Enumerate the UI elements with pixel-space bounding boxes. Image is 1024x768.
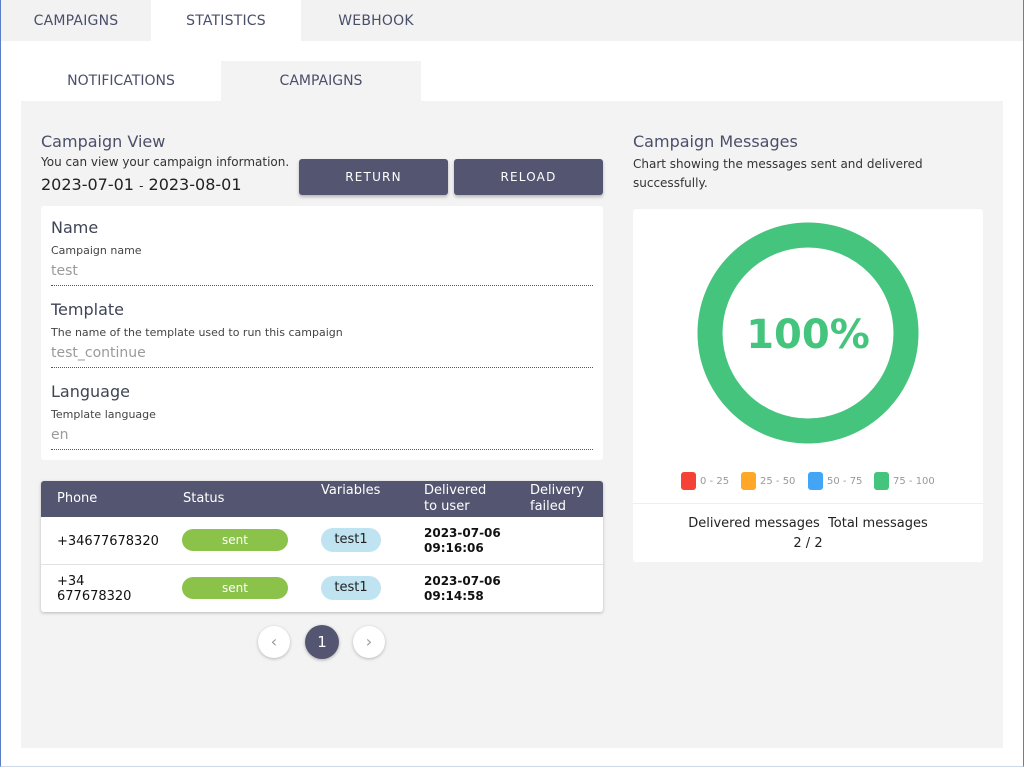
next-page-button[interactable]: › [353,626,385,658]
row-delivered: 2023-07-06 09:14:58 [424,574,501,604]
header-phone: Phone [57,491,98,506]
delivered-messages-label: Delivered messages [688,516,820,531]
legend-swatch [808,472,823,490]
header-failed-line1: Delivery [530,483,584,498]
row-phone: +34 677678320 [57,574,131,604]
row-delivered-time: 09:14:58 [424,589,484,603]
description-line1: Chart showing the messages sent and deli… [633,157,923,171]
return-button[interactable]: RETURN [299,159,448,195]
subtab-campaigns[interactable]: CAMPAIGNS [221,61,421,101]
row-phone: +34677678320 [57,534,159,549]
language-label: Language [51,382,130,401]
message-stat-labels: Delivered messages Total messages [633,516,983,531]
name-label: Name [51,218,99,237]
donut-percent-label: 100% [746,312,870,358]
legend-swatch [874,472,889,490]
total-messages-value: 2 [814,536,823,551]
row-phone-line1: +34 [57,574,85,589]
header-delivered: Delivered to user [424,483,486,515]
total-messages-label: Total messages [828,516,928,531]
stat-separator: / [805,536,811,551]
header-failed: Delivery failed [530,483,584,515]
chevron-left-icon: ‹ [270,632,278,651]
messages-table: Phone Status Variables Delivered to user… [41,481,603,612]
legend-item-25-50: 25 - 50 [741,472,795,490]
page-1-button[interactable]: 1 [305,625,339,659]
table-header: Phone Status Variables Delivered to user… [41,481,603,517]
date-separator: - [139,179,144,193]
language-value: en [51,427,593,450]
delivered-messages-value: 2 [793,536,802,551]
chart-divider [633,503,983,504]
row-delivered-date: 2023-07-06 [424,526,501,540]
status-badge: sent [182,577,288,599]
legend-label: 75 - 100 [893,476,935,487]
tab-campaigns[interactable]: CAMPAIGNS [1,0,151,41]
legend-swatch [681,472,696,490]
header-delivered-line1: Delivered [424,483,487,498]
reload-button[interactable]: RELOAD [454,159,603,195]
row-delivered: 2023-07-06 09:16:06 [424,526,501,556]
chevron-right-icon: › [365,632,373,651]
variable-badge: test1 [321,528,381,552]
prev-page-button[interactable]: ‹ [258,626,290,658]
donut-chart: 100% [697,222,919,444]
row-delivered-date: 2023-07-06 [424,574,501,588]
row-delivered-time: 09:16:06 [424,541,484,555]
tab-webhook[interactable]: WEBHOOK [301,0,451,41]
row-phone-line1: +34677678320 [57,534,159,549]
top-tab-bar: CAMPAIGNS STATISTICS WEBHOOK [1,0,1023,41]
legend-label: 0 - 25 [700,476,730,487]
tab-statistics[interactable]: STATISTICS [151,0,301,41]
legend-swatch [741,472,756,490]
header-failed-line2: failed [530,499,567,514]
variable-badge: test1 [321,576,381,600]
table-row: +34677678320 sent test1 2023-07-06 09:16… [41,517,603,565]
header-status: Status [183,491,225,506]
legend-item-50-75: 50 - 75 [808,472,862,490]
legend-label: 25 - 50 [760,476,796,487]
subtab-notifications[interactable]: NOTIFICATIONS [21,61,221,101]
message-stat-values: 2 / 2 [633,536,983,551]
legend-item-0-25: 0 - 25 [681,472,729,490]
header-delivered-line2: to user [424,499,470,514]
template-hint: The name of the template used to run thi… [51,326,343,339]
campaign-messages-title: Campaign Messages [633,132,798,151]
date-end: 2023-08-01 [148,175,242,194]
messages-chart-card: 100% 0 - 25 25 - 50 50 - 75 75 - 100 Del… [633,209,983,562]
campaign-messages-description: Chart showing the messages sent and deli… [633,155,923,193]
date-start: 2023-07-01 [41,175,134,194]
legend-label: 50 - 75 [827,476,863,487]
date-range: 2023-07-01 - 2023-08-01 [41,175,242,194]
campaign-view-description: You can view your campaign information. [41,155,290,169]
template-label: Template [51,300,125,319]
table-row: +34 677678320 sent test1 2023-07-06 09:1… [41,565,603,612]
campaign-info-card: Name Campaign name test Template The nam… [41,206,603,460]
legend-item-75-100: 75 - 100 [874,472,935,490]
name-hint: Campaign name [51,244,142,257]
language-hint: Template language [51,408,156,421]
row-phone-line2: 677678320 [57,589,132,604]
template-value: test_continue [51,345,593,368]
description-line2: successfully. [633,176,708,190]
main-panel: Campaign View You can view your campaign… [21,101,1003,748]
name-value: test [51,263,593,286]
header-variables: Variables [321,483,381,498]
campaign-view-title: Campaign View [41,132,166,151]
status-badge: sent [182,529,288,551]
